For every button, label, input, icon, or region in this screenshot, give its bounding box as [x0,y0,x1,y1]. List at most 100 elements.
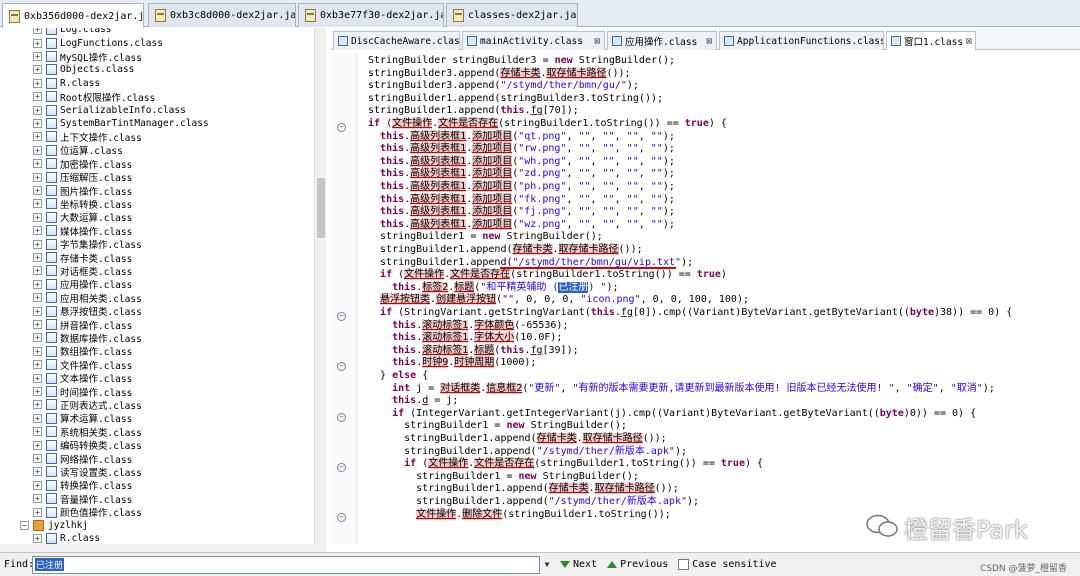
expand-toggle-icon[interactable]: + [33,172,42,182]
expand-toggle-icon[interactable]: + [33,132,42,142]
expand-toggle-icon[interactable]: + [33,467,42,477]
expand-toggle-icon[interactable]: + [33,400,42,410]
tree-item[interactable]: + 压缩解压.class [33,170,132,184]
fold-toggle-icon[interactable]: − [337,312,346,321]
fold-toggle-icon[interactable]: − [337,463,346,472]
close-icon[interactable]: ⊠ [594,36,600,47]
expand-toggle-icon[interactable]: + [33,252,42,262]
tree-item[interactable]: + 数据库操作.class [33,331,142,345]
tree-item[interactable]: + 加密操作.class [33,157,132,171]
expand-toggle-icon[interactable]: + [33,159,42,169]
checkbox-box[interactable] [678,559,690,570]
tree-item[interactable]: + 位运算.class [33,144,123,157]
fold-toggle-icon[interactable]: − [337,513,346,522]
tree-item[interactable]: + 字节集操作.class [33,237,142,251]
previous-button[interactable]: Previous [607,559,668,570]
file-tab-0xb3e77f30[interactable]: 0xb3e77f30-dex2jar.jar⊠ [298,3,444,27]
tree-item[interactable]: + 悬浮按钮类.class [33,304,142,318]
tab-app-operations[interactable]: 应用操作.class ⊠ [607,31,717,50]
expand-toggle-icon[interactable]: + [33,51,42,61]
expand-toggle-icon[interactable]: + [33,319,42,329]
expand-toggle-icon[interactable]: + [33,346,42,356]
expand-toggle-icon[interactable]: − [20,520,29,530]
tree-item[interactable]: + 文本操作.class [33,371,132,385]
tree-item[interactable]: + 音量操作.class [33,492,132,506]
tree-horizontal-scrollbar[interactable] [0,544,326,552]
case-sensitive-checkbox[interactable]: Case sensitive [678,559,777,570]
expand-toggle-icon[interactable]: + [33,453,42,463]
expand-toggle-icon[interactable]: + [33,239,42,249]
tree-item[interactable]: + LogFunctions.class [33,36,163,49]
scrollbar-thumb[interactable] [317,178,325,238]
close-icon[interactable]: ⊠ [966,36,972,47]
tab-window1[interactable]: 窗口1.class ⊠ [886,31,976,50]
tree-item[interactable]: + 应用操作.class [33,278,132,291]
expand-toggle-icon[interactable]: + [33,92,42,102]
tree-item[interactable]: + Root权限操作.class [33,90,155,104]
tree-package[interactable]: − jyzlhkj [20,519,88,532]
file-tab-classes[interactable]: classes-dex2jar.jar⊠ [446,3,578,27]
expand-toggle-icon[interactable]: + [33,386,42,396]
tree-item[interactable]: + 算术运算.class [33,412,132,425]
tree-item[interactable]: + 正则表达式.class [33,398,142,412]
fold-toggle-icon[interactable]: − [337,362,346,371]
tab-disccacheaware[interactable]: DiscCacheAware.class⊠ [333,31,460,50]
tree-item[interactable]: + R.class [33,532,100,544]
tree-item[interactable]: + 坐标转换.class [33,197,132,211]
expand-toggle-icon[interactable]: + [33,118,42,128]
tree-item[interactable]: + MySQL操作.class [33,50,142,64]
expand-toggle-icon[interactable]: + [33,293,42,303]
expand-toggle-icon[interactable]: + [33,28,42,35]
chevron-down-icon[interactable]: ▼ [540,556,554,574]
file-tab-0xb3c8d000[interactable]: 0xb3c8d000-dex2jar.jar⊠ [148,3,296,27]
tree-item[interactable]: + 编码转换类.class [33,438,142,452]
tree-item[interactable]: + 图片操作.class [33,184,132,198]
tree-item[interactable]: + 上下文操作.class [33,130,142,144]
expand-toggle-icon[interactable]: + [33,185,42,195]
expand-toggle-icon[interactable]: + [33,65,42,75]
file-tab-0xb356d000[interactable]: 0xb356d000-dex2jar.jar⊠ [2,3,144,28]
tree-item[interactable]: + 应用相关类.class [33,291,142,305]
tree-item[interactable]: + 读写设置类.class [33,465,142,479]
tree-item[interactable]: + 媒体操作.class [33,224,132,238]
tree-item[interactable]: + 文件操作.class [33,358,132,372]
tab-mainactivity[interactable]: mainActivity.class ⊠ [462,31,605,50]
tree-item[interactable]: + 时间操作.class [33,385,132,399]
expand-toggle-icon[interactable]: + [33,494,42,504]
expand-toggle-icon[interactable]: + [33,266,42,276]
expand-toggle-icon[interactable]: + [33,226,42,236]
expand-toggle-icon[interactable]: + [33,480,42,490]
expand-toggle-icon[interactable]: + [33,413,42,423]
code-editor[interactable]: − − − − − − StringBuilder stringBuilder3… [331,51,1080,544]
tree-item[interactable]: + SystemBarTintManager.class [33,117,209,130]
tree-item[interactable]: + 颜色值操作.class [33,505,142,519]
tree-item[interactable]: + 转换操作.class [33,479,132,492]
expand-toggle-icon[interactable]: + [33,360,42,370]
expand-toggle-icon[interactable]: + [33,333,42,343]
expand-toggle-icon[interactable]: + [33,373,42,383]
tree-item[interactable]: + Log.class [33,28,111,36]
expand-toggle-icon[interactable]: + [33,145,42,155]
tree-item[interactable]: + 存储卡类.class [33,251,132,265]
tree-item[interactable]: + 数组操作.class [33,345,132,358]
expand-toggle-icon[interactable]: + [33,38,42,48]
tree-item[interactable]: + 大数运算.class [33,211,132,224]
tree-item[interactable]: + Objects.class [33,63,134,76]
expand-toggle-icon[interactable]: + [33,78,42,88]
expand-toggle-icon[interactable]: + [33,105,42,115]
find-input[interactable]: 已注册 [32,555,540,574]
expand-toggle-icon[interactable]: + [33,279,42,289]
tree-item[interactable]: + 系统相关类.class [33,425,142,439]
tree-vertical-scrollbar[interactable] [314,28,326,544]
expand-toggle-icon[interactable]: + [33,427,42,437]
expand-toggle-icon[interactable]: + [33,199,42,209]
expand-toggle-icon[interactable]: + [33,534,42,544]
next-button[interactable]: Next [560,559,597,570]
tree-item[interactable]: + 网络操作.class [33,452,132,466]
expand-toggle-icon[interactable]: + [33,306,42,316]
close-icon[interactable]: ⊠ [706,36,712,47]
tree-item[interactable]: + 拼音操作.class [33,318,132,332]
expand-toggle-icon[interactable]: + [33,440,42,450]
tree-item[interactable]: + 对话框类.class [33,264,132,278]
expand-toggle-icon[interactable]: + [33,212,42,222]
